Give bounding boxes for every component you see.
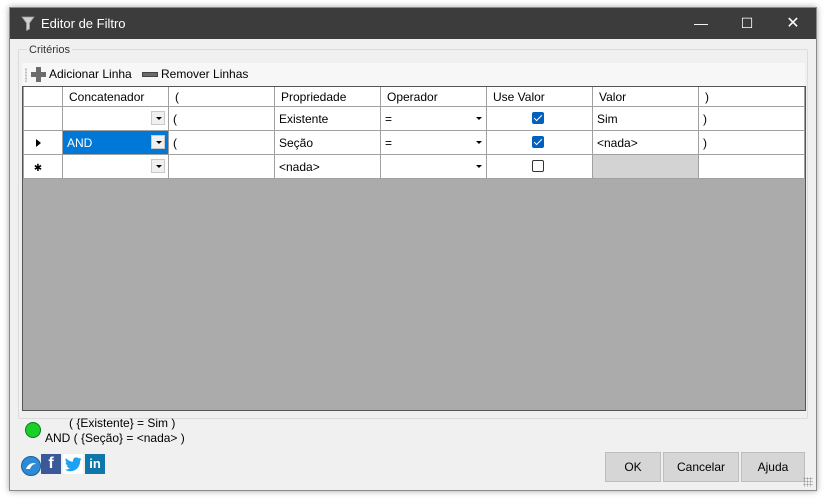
row-header[interactable] xyxy=(23,106,63,131)
operator-cell[interactable]: = xyxy=(380,106,487,131)
close-paren-cell[interactable] xyxy=(698,154,805,179)
use-value-checkbox[interactable] xyxy=(532,160,544,172)
row-header-current[interactable] xyxy=(23,130,63,155)
concat-cell[interactable] xyxy=(62,154,169,179)
filter-expression-line-1: ( {Existente} = Sim ) xyxy=(69,416,176,430)
close-button[interactable]: ✕ xyxy=(770,8,816,39)
col-header-close-paren[interactable]: ) xyxy=(698,87,805,107)
value-cell[interactable]: <nada> xyxy=(592,130,699,155)
operator-value: = xyxy=(385,135,393,150)
resize-grip[interactable] xyxy=(803,477,813,487)
twitter-icon[interactable] xyxy=(63,454,83,474)
property-cell[interactable]: <nada> xyxy=(274,154,381,179)
open-paren-cell[interactable] xyxy=(168,154,275,179)
maximize-button[interactable]: ☐ xyxy=(724,8,770,39)
filter-editor-window: Editor de Filtro — ☐ ✕ Critérios Adicion… xyxy=(9,7,817,491)
add-row-label: Adicionar Linha xyxy=(49,67,132,81)
property-cell[interactable]: Seção xyxy=(274,130,381,155)
operator-cell[interactable]: = xyxy=(380,130,487,155)
concat-value: AND xyxy=(67,135,93,150)
app-logo-icon[interactable] xyxy=(21,456,41,476)
operator-value: = xyxy=(385,111,393,126)
title-bar: Editor de Filtro — ☐ ✕ xyxy=(10,8,816,39)
help-button[interactable]: Ajuda xyxy=(741,452,805,482)
criteria-table: Concatenador ( Propriedade Operador Use … xyxy=(23,87,805,179)
remove-rows-button[interactable]: Remover Linhas xyxy=(142,63,248,86)
plus-icon xyxy=(31,67,46,83)
ok-button[interactable]: OK xyxy=(605,452,661,482)
dropdown-arrow-icon[interactable] xyxy=(476,117,482,120)
dropdown-arrow-icon[interactable] xyxy=(151,159,165,173)
criteria-grid: Concatenador ( Propriedade Operador Use … xyxy=(22,86,806,411)
remove-rows-label: Remover Linhas xyxy=(161,67,249,81)
value-cell[interactable]: Sim xyxy=(592,106,699,131)
use-value-cell[interactable] xyxy=(486,130,593,155)
use-value-checkbox[interactable] xyxy=(532,136,544,148)
use-value-checkbox[interactable] xyxy=(532,112,544,124)
col-header-operador[interactable]: Operador xyxy=(380,87,487,107)
window-title: Editor de Filtro xyxy=(41,16,126,31)
minus-icon xyxy=(142,72,158,78)
current-row-arrow-icon xyxy=(35,138,41,147)
filter-expression-line-2: AND ( {Seção} = <nada> ) xyxy=(45,431,185,445)
operator-cell[interactable] xyxy=(380,154,487,179)
concat-cell[interactable]: AND xyxy=(62,130,169,155)
open-paren-cell[interactable]: ( xyxy=(168,130,275,155)
table-row-new: ✱ <nada> xyxy=(23,154,805,179)
dropdown-arrow-icon[interactable] xyxy=(476,165,482,168)
status-indicator-icon xyxy=(25,422,41,438)
toolbar: Adicionar Linha Remover Linhas xyxy=(22,63,805,87)
toolbar-grip[interactable] xyxy=(25,68,27,82)
facebook-icon[interactable]: f xyxy=(41,454,61,474)
linkedin-icon[interactable]: in xyxy=(85,454,105,474)
close-paren-cell[interactable]: ) xyxy=(698,106,805,131)
open-paren-cell[interactable]: ( xyxy=(168,106,275,131)
col-header-concatenador[interactable]: Concatenador xyxy=(62,87,169,107)
row-header-new[interactable]: ✱ xyxy=(23,154,63,179)
value-cell-disabled xyxy=(592,154,699,179)
col-header-use-valor[interactable]: Use Valor xyxy=(486,87,593,107)
filter-icon xyxy=(21,16,35,31)
col-header-propriedade[interactable]: Propriedade xyxy=(274,87,381,107)
use-value-cell[interactable] xyxy=(486,154,593,179)
table-row: ( Existente = Sim ) xyxy=(23,106,805,131)
row-header-corner xyxy=(23,87,63,107)
property-cell[interactable]: Existente xyxy=(274,106,381,131)
use-value-cell[interactable] xyxy=(486,106,593,131)
add-row-button[interactable]: Adicionar Linha xyxy=(31,63,132,86)
concat-cell[interactable] xyxy=(62,106,169,131)
cancel-button[interactable]: Cancelar xyxy=(663,452,739,482)
dropdown-arrow-icon[interactable] xyxy=(151,135,165,149)
col-header-valor[interactable]: Valor xyxy=(592,87,699,107)
table-row: AND ( Seção = <nada> ) xyxy=(23,130,805,155)
close-paren-cell[interactable]: ) xyxy=(698,130,805,155)
col-header-open-paren[interactable]: ( xyxy=(168,87,275,107)
criteria-group-label: Critérios xyxy=(27,44,72,56)
header-row: Concatenador ( Propriedade Operador Use … xyxy=(23,87,805,107)
minimize-button[interactable]: — xyxy=(678,8,724,39)
new-row-star-icon: ✱ xyxy=(33,162,43,174)
dropdown-arrow-icon[interactable] xyxy=(476,141,482,144)
dropdown-arrow-icon[interactable] xyxy=(151,111,165,125)
